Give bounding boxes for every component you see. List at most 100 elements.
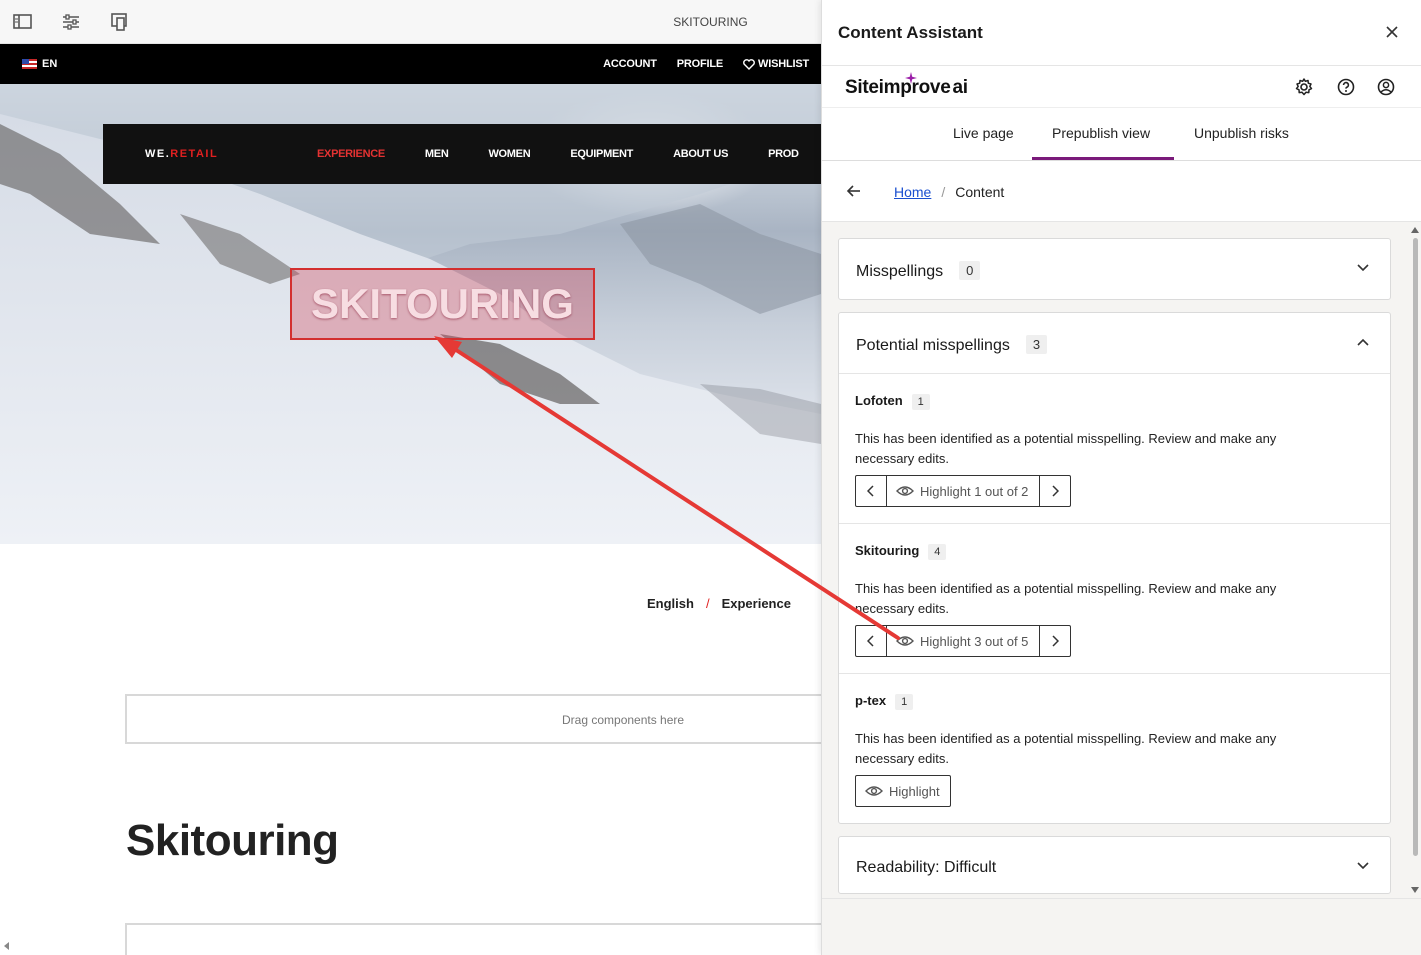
item-description: This has been identified as a potential … <box>855 431 1277 466</box>
nav-items: EXPERIENCE MEN WOMEN EQUIPMENT ABOUT US … <box>317 148 799 160</box>
item-count-badge: 1 <box>895 694 914 710</box>
tab-unpublish-risks[interactable]: Unpublish risks <box>1194 125 1289 141</box>
item-word: Lofoten 1 <box>855 393 930 410</box>
potential-count-badge: 3 <box>1025 335 1048 354</box>
potential-misspellings-title: Potential misspellings 3 <box>856 335 1048 355</box>
chevron-down-icon[interactable] <box>1356 861 1370 871</box>
misspellings-header[interactable]: Misspellings 0 <box>839 239 1390 299</box>
breadcrumb-english[interactable]: English <box>647 596 694 611</box>
breadcrumb-separator: / <box>705 596 710 611</box>
content-assistant-panel: Content Assistant Siteimprove ai Live pag… <box>821 0 1421 955</box>
item-description: This has been identified as a potential … <box>855 581 1277 616</box>
potential-label: Potential misspellings <box>856 337 1010 354</box>
scroll-left-arrow-icon[interactable] <box>4 942 9 950</box>
nav-products[interactable]: PROD <box>768 148 799 160</box>
help-icon[interactable] <box>1336 77 1356 97</box>
eye-icon <box>896 636 914 646</box>
brand-suffix: RETAIL <box>170 148 219 160</box>
panel-breadcrumb: Home / Content <box>894 184 1004 200</box>
misspellings-label: Misspellings <box>856 263 944 280</box>
site-breadcrumb: English / Experience <box>647 596 791 611</box>
readability-header[interactable]: Readability: Difficult <box>839 837 1390 897</box>
next-highlight-button[interactable] <box>1040 476 1070 506</box>
eye-icon <box>896 486 914 496</box>
chevron-up-icon[interactable] <box>1356 337 1370 347</box>
site-top-links: ACCOUNT PROFILE WISHLIST <box>603 58 809 70</box>
editor-toolbar: SKITOURING <box>0 0 821 44</box>
chevron-down-icon[interactable] <box>1356 263 1370 273</box>
settings-gear-icon[interactable] <box>1294 77 1314 97</box>
site-main-nav: WE.RETAIL EXPERIENCE MEN WOMEN EQUIPMENT… <box>103 124 821 184</box>
screen: SKITOURING EN ACCOUNT PROFILE WISHLIST W… <box>0 0 1421 955</box>
highlight-button[interactable]: Highlight <box>855 775 951 807</box>
list-item: Lofoten 1 This has been identified as a p… <box>839 373 1390 523</box>
ai-sparkle-icon <box>905 72 917 84</box>
misspellings-card[interactable]: Misspellings 0 <box>838 238 1391 300</box>
breadcrumb-home-link[interactable]: Home <box>894 184 931 200</box>
readability-card[interactable]: Readability: Difficult <box>838 836 1391 894</box>
previous-highlight-button[interactable] <box>856 476 886 506</box>
chevron-left-icon <box>867 485 874 497</box>
we-retail-logo[interactable]: WE.RETAIL <box>145 148 218 160</box>
scroll-up-arrow-icon[interactable] <box>1408 225 1421 235</box>
editor-page-title: SKITOURING <box>673 15 748 29</box>
item-word-text: Lofoten <box>855 393 903 408</box>
panel-header: Content Assistant <box>822 0 1421 66</box>
us-flag-icon <box>22 59 37 69</box>
readability-title: Readability: Difficult <box>856 859 997 876</box>
highlight-label: Highlight 3 out of 5 <box>920 633 1029 649</box>
back-arrow-icon[interactable] <box>846 183 862 199</box>
breadcrumb-slash: / <box>941 184 946 200</box>
wishlist-link[interactable]: WISHLIST <box>743 58 809 70</box>
panel-scrollbar[interactable] <box>1408 222 1421 898</box>
account-link[interactable]: ACCOUNT <box>603 58 657 70</box>
user-account-icon[interactable] <box>1376 77 1396 97</box>
heart-icon <box>743 58 755 70</box>
item-count-badge: 4 <box>928 544 947 560</box>
panel-scroll-area[interactable]: Misspellings 0 Potential misspellings 3 Lo… <box>822 222 1421 898</box>
eye-icon <box>865 786 883 796</box>
tab-live-page[interactable]: Live page <box>953 125 1014 141</box>
item-count-badge: 1 <box>911 394 930 410</box>
breadcrumb-current: Content <box>955 184 1005 200</box>
highlight-label: Highlight 1 out of 2 <box>920 483 1029 499</box>
wishlist-label: WISHLIST <box>758 58 809 70</box>
item-description: This has been identified as a potential … <box>855 731 1277 766</box>
nav-women[interactable]: WOMEN <box>488 148 530 160</box>
page-heading[interactable]: Skitouring <box>126 816 339 866</box>
chevron-left-icon <box>867 635 874 647</box>
close-icon[interactable] <box>1382 22 1402 42</box>
previous-highlight-button[interactable] <box>856 626 886 656</box>
potential-misspellings-header[interactable]: Potential misspellings 3 <box>839 313 1390 373</box>
nav-experience[interactable]: EXPERIENCE <box>317 148 385 160</box>
item-word: p-tex 1 <box>855 693 914 710</box>
potential-misspellings-card: Potential misspellings 3 Lofoten 1 This ha… <box>838 312 1391 824</box>
scrollbar-thumb[interactable] <box>1413 238 1418 856</box>
highlight-button[interactable]: Highlight 1 out of 2 <box>886 476 1041 506</box>
misspellings-title: Misspellings 0 <box>856 261 981 281</box>
language-label: EN <box>42 58 58 70</box>
next-highlight-button[interactable] <box>1040 626 1070 656</box>
logo-text: Siteimprove <box>845 77 951 98</box>
component-drop-zone-2[interactable] <box>125 923 845 955</box>
panel-breadcrumb-row: Home / Content <box>822 161 1421 222</box>
highlight-button[interactable]: Highlight 3 out of 5 <box>886 626 1041 656</box>
nav-equipment[interactable]: EQUIPMENT <box>570 148 633 160</box>
site-top-bar: EN ACCOUNT PROFILE WISHLIST <box>0 44 821 84</box>
brand-prefix: WE. <box>145 148 171 160</box>
highlighted-hero-title[interactable]: SKITOURING <box>290 268 595 340</box>
item-word-text: Skitouring <box>855 543 920 558</box>
profile-link[interactable]: PROFILE <box>677 58 723 70</box>
panel-tabs: Live page Prepublish view Unpublish risk… <box>822 108 1421 161</box>
scroll-down-arrow-icon[interactable] <box>1408 885 1421 895</box>
tab-prepublish-view[interactable]: Prepublish view <box>1052 125 1150 141</box>
nav-about-us[interactable]: ABOUT US <box>673 148 728 160</box>
active-tab-indicator <box>1032 157 1174 160</box>
logo-ai: ai <box>952 77 968 98</box>
breadcrumb-experience[interactable]: Experience <box>722 596 791 611</box>
nav-men[interactable]: MEN <box>425 148 449 160</box>
chevron-right-icon <box>1052 635 1060 647</box>
chevron-right-icon <box>1052 485 1060 497</box>
component-drop-zone[interactable]: Drag components here <box>125 694 845 744</box>
language-selector[interactable]: EN <box>22 58 57 70</box>
